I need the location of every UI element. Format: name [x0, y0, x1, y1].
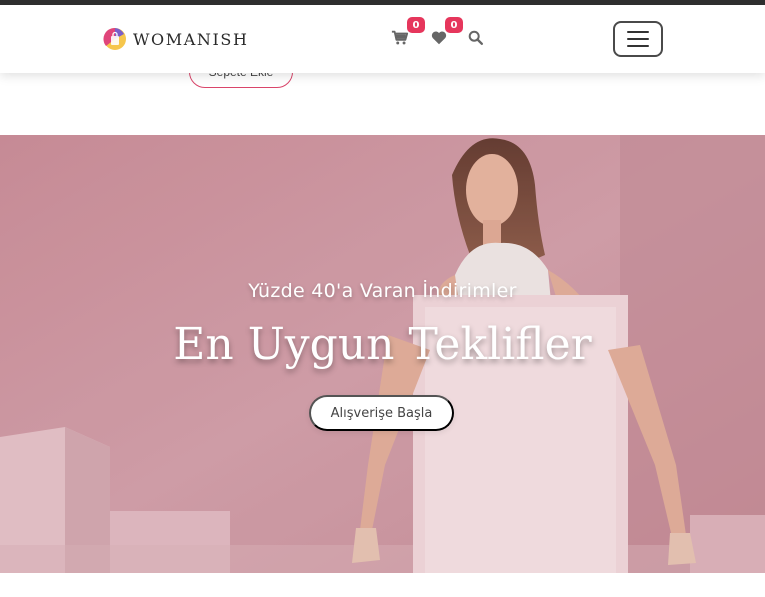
brand-link[interactable]: WOMANISH [103, 26, 249, 52]
start-shopping-button[interactable]: Alışverişe Başla [309, 395, 454, 431]
brand-name: WOMANISH [133, 29, 249, 49]
search-icon[interactable] [467, 29, 485, 47]
hamburger-menu-icon [627, 31, 649, 33]
hero-title: En Uygun Teklifler [173, 319, 592, 370]
shopping-bag-logo-icon [103, 27, 126, 50]
heart-icon[interactable] [430, 29, 448, 47]
hero-banner: Yüzde 40'a Varan İndirimler En Uygun Tek… [0, 135, 765, 573]
navbar: WOMANISH 0 0 [0, 5, 765, 73]
cart-icon[interactable] [391, 29, 409, 47]
hero-subtitle: Yüzde 40'a Varan İndirimler [248, 280, 517, 302]
cart-count-badge: 0 [407, 17, 425, 33]
hamburger-menu-button[interactable] [613, 21, 663, 57]
favorites-count-badge: 0 [445, 17, 463, 33]
